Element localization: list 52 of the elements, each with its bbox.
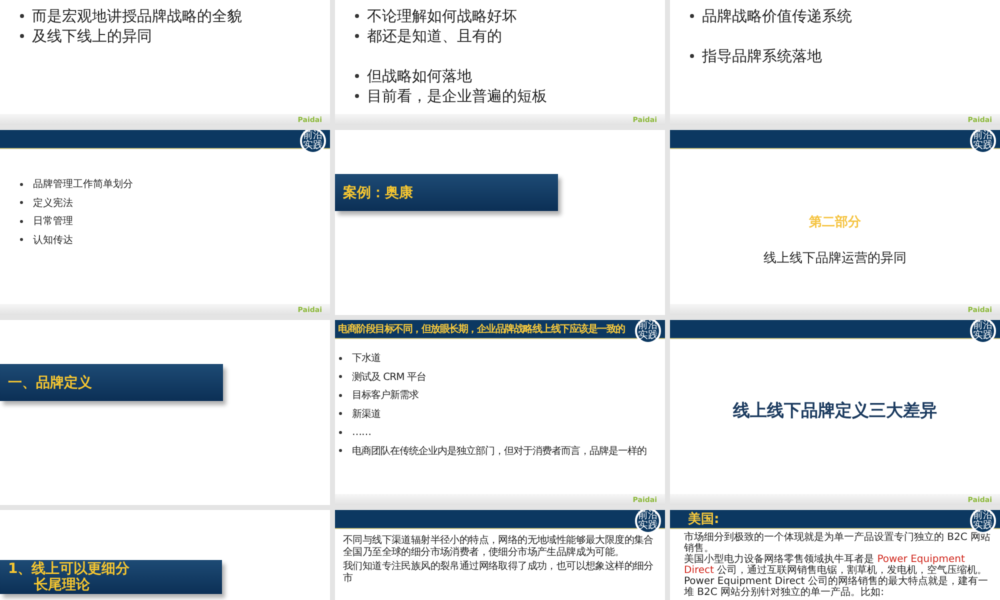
bullet-icon: [339, 430, 342, 434]
slide-title: 线上线下品牌定义三大差异: [733, 400, 937, 422]
slide-heading: 电商阶段目标不同，但放眼长期，企业品牌战略线上线下应该是一致的: [338, 322, 625, 336]
bullet-icon: [355, 34, 359, 38]
bullet-text: 目标客户新需求: [352, 388, 418, 402]
bullet-text: 而是宏观地讲授品牌战略的全貌: [32, 6, 242, 26]
bullet-text: 不论理解如何战略好坏: [367, 6, 517, 26]
paragraph: Power Equipment Direct 公司的网络销售的最大特点就是，建有一堆 B2C 网站分别针对独立的单一产品。比如:: [684, 576, 989, 598]
slide-thumbnail[interactable]: 一、品牌定义: [0, 320, 330, 505]
bullet-text: 新渠道: [352, 408, 380, 421]
bullet-icon: [690, 14, 694, 18]
section-title: 线上线下品牌运营的异同: [764, 250, 906, 267]
bullet-icon: [339, 412, 342, 416]
bullet-icon: [20, 34, 24, 38]
bullet-text: 测试及 CRM 平台: [352, 370, 426, 384]
bullet-icon: [20, 201, 23, 204]
bullet-text: 目前看，是企业普遍的短板: [367, 86, 547, 106]
slide-thumbnail[interactable]: 案例：奥康: [335, 130, 665, 315]
bullet-text: 电商团队在传统企业内是独立部门，但对于消费者而言，品牌是一样的: [352, 444, 646, 458]
bullet-icon: [339, 449, 342, 452]
bullet-text: 日常管理: [33, 214, 73, 228]
bullet-text: 下水道: [352, 352, 380, 366]
bullet-text: 及线下线上的异同: [32, 26, 152, 46]
bullet-icon: [355, 74, 359, 78]
bullet-icon: [20, 220, 23, 223]
bullet-icon: [355, 14, 359, 18]
slide-thumbnail[interactable]: 1、线上可以更细分 长尾理论: [0, 510, 330, 600]
banner-text: 一、品牌定义: [8, 374, 93, 392]
section-label: 第二部分: [809, 214, 861, 231]
bullet-text: 定义宪法: [33, 196, 73, 210]
bullet-icon: [20, 238, 23, 242]
banner-text: 1、线上可以更细分: [8, 561, 131, 577]
bullet-text: ……: [352, 426, 371, 438]
bullet-icon: [339, 375, 342, 378]
bullet-text: 品牌战略价值传递系统: [702, 6, 852, 26]
bullet-icon: [339, 394, 342, 397]
slide-heading: 美国:: [688, 510, 720, 528]
banner-text: 案例：奥康: [343, 184, 414, 202]
paragraph: 美国小型电力设备网络零售领域执牛耳者是 Power Equipment Direct 公司，通过互联网销售电锯，割草机，发电机，空气压缩机。: [684, 554, 988, 576]
bullet-text: 指导品牌系统落地: [702, 46, 822, 66]
bullet-text: 品牌管理工作简单划分: [33, 178, 133, 192]
bullet-icon: [20, 14, 24, 18]
bullet-text: 但战略如何落地: [367, 66, 472, 86]
bullet-text: 认知传达: [33, 234, 73, 247]
bullet-icon: [339, 356, 342, 360]
paragraph: 不同与线下渠道辐射半径小的特点，网络的无地域性能够最大限度的集合全国乃至全球的细分市场消费者，使细分市场产生品牌成为可能。: [343, 535, 654, 559]
banner-text: 长尾理论: [33, 577, 91, 593]
bullet-icon: [355, 94, 359, 98]
bullet-icon: [20, 182, 23, 186]
bullet-icon: [690, 54, 694, 58]
paragraph: 我们知道专注民族风的裂帛通过网络取得了成功，也可以想象这样的细分市: [343, 561, 654, 585]
bullet-text: 都还是知道、且有的: [367, 26, 502, 46]
